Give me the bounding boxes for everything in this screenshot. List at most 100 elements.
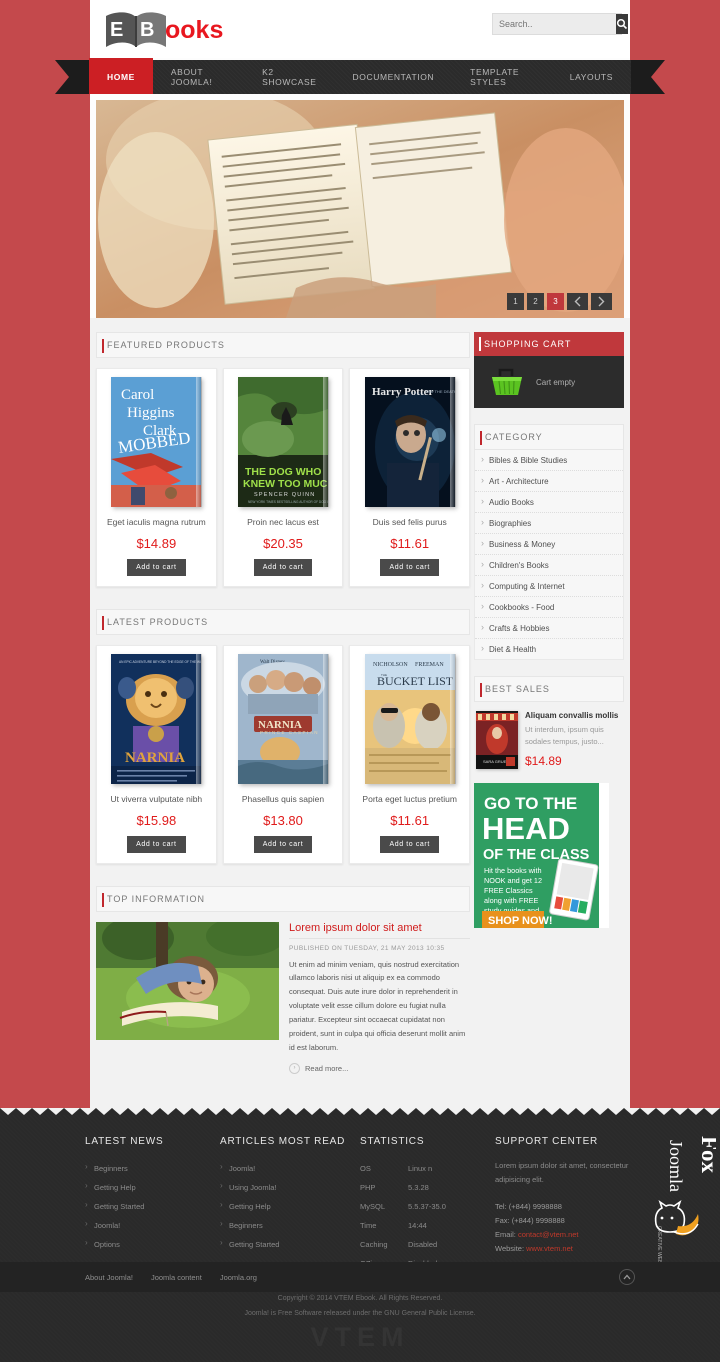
product-card[interactable]: Harry Potter AND THE DEATHLY bbox=[349, 368, 471, 587]
slider-next-button[interactable] bbox=[591, 293, 612, 310]
statistics-row: PHP 5.3.28 bbox=[360, 1178, 495, 1197]
chevron-up-icon bbox=[623, 1274, 631, 1280]
footer-statistics-title: Statistics bbox=[360, 1136, 425, 1147]
chevron-left-icon bbox=[574, 296, 581, 307]
footer-link[interactable]: Getting Help bbox=[85, 1178, 220, 1197]
category-item[interactable]: Computing & Internet bbox=[475, 576, 623, 597]
footer-support-center: Support Center Lorem ipsum dolor sit ame… bbox=[495, 1136, 645, 1273]
latest-products-row: AN EPIC ADVENTURE BEYOND THE EDGE OF THE… bbox=[96, 644, 471, 864]
footer-link[interactable]: Getting Help bbox=[220, 1197, 360, 1216]
statistics-table: OS Linux n PHP 5.3.28 MySQL 5.5.37-35.0 … bbox=[360, 1159, 495, 1273]
product-card[interactable]: NICHOLSON FREEMAN THE BUCKET LIST Porta … bbox=[349, 644, 471, 864]
footer-link[interactable]: Options bbox=[85, 1235, 220, 1254]
product-cover-narnia-dawn-treader: AN EPIC ADVENTURE BEYOND THE EDGE OF THE… bbox=[111, 653, 210, 784]
site-logo[interactable]: E B ooks bbox=[102, 6, 252, 52]
add-to-cart-button[interactable]: Add to cart bbox=[380, 835, 439, 853]
slider-dot-2[interactable]: 2 bbox=[527, 293, 544, 310]
read-more-link[interactable]: › Read more... bbox=[289, 1062, 470, 1074]
product-title: Phasellus quis sapien bbox=[241, 793, 325, 804]
add-to-cart-button[interactable]: Add to cart bbox=[127, 558, 186, 576]
category-item[interactable]: Audio Books bbox=[475, 492, 623, 513]
svg-text:along with FREE: along with FREE bbox=[484, 896, 538, 905]
search-button[interactable] bbox=[616, 14, 628, 34]
nav-item-home[interactable]: Home bbox=[89, 58, 153, 94]
support-contact: Tel: (+844) 9998888 Fax: (+844) 9998888 … bbox=[495, 1200, 645, 1256]
slider-prev-button[interactable] bbox=[567, 293, 588, 310]
category-item[interactable]: Business & Money bbox=[475, 534, 623, 555]
svg-text:E: E bbox=[110, 19, 123, 41]
shopping-cart-heading: Shopping Cart bbox=[474, 332, 624, 356]
footer-bottom-link[interactable]: About Joomla! bbox=[85, 1273, 133, 1282]
statistics-value: Disabled bbox=[408, 1240, 438, 1249]
footer-zigzag bbox=[0, 1108, 720, 1115]
product-card[interactable]: Carol Higgins Clark MOBBED Eget iaculis … bbox=[96, 368, 217, 587]
featured-products-row: Carol Higgins Clark MOBBED Eget iaculis … bbox=[96, 368, 471, 587]
add-to-cart-button[interactable]: Add to cart bbox=[253, 558, 313, 576]
nav-item-layouts[interactable]: Layouts bbox=[552, 60, 631, 94]
category-item[interactable]: Diet & Health bbox=[475, 639, 623, 659]
latest-products-module: Latest Products AN EPIC ADVENTURE BEYOND… bbox=[96, 608, 471, 864]
category-item[interactable]: Crafts & Hobbies bbox=[475, 618, 623, 639]
product-cover-harry-potter: Harry Potter AND THE DEATHLY bbox=[364, 377, 461, 507]
slider-dot-1[interactable]: 1 bbox=[507, 293, 524, 310]
footer-bottom-bar: About Joomla! Joomla content Joomla.org bbox=[0, 1262, 720, 1292]
svg-text:Hit the books with: Hit the books with bbox=[484, 866, 542, 875]
product-card[interactable]: THE DOG WHO KNEW TOO MUCH SPENCER QUINN … bbox=[222, 368, 344, 587]
scroll-to-top-button[interactable] bbox=[619, 1269, 635, 1285]
category-item[interactable]: Biographies bbox=[475, 513, 623, 534]
product-card[interactable]: AN EPIC ADVENTURE BEYOND THE EDGE OF THE… bbox=[96, 644, 217, 864]
footer-link[interactable]: Beginners bbox=[220, 1216, 360, 1235]
promo-banner[interactable]: GO TO THE HEAD OF THE CLASS Hit the book… bbox=[474, 783, 609, 928]
support-email-link[interactable]: contact@vtem.net bbox=[518, 1230, 579, 1239]
cart-status: Cart empty bbox=[536, 377, 576, 387]
main-navigation[interactable]: Home About Joomla! K2 Showcase Documenta… bbox=[55, 58, 665, 94]
add-to-cart-button[interactable]: Add to cart bbox=[380, 558, 439, 576]
support-email-label: Email: bbox=[495, 1229, 516, 1239]
category-item[interactable]: Art - Architecture bbox=[475, 471, 623, 492]
category-item[interactable]: Cookbooks - Food bbox=[475, 597, 623, 618]
nav-item-template-styles[interactable]: Template Styles bbox=[452, 60, 552, 94]
shopping-cart-body: Cart empty bbox=[474, 356, 624, 408]
best-sales-module: Best Sales SARA GRUEN bbox=[474, 676, 624, 769]
product-cover-mobbed: Carol Higgins Clark MOBBED bbox=[111, 377, 203, 507]
svg-text:NICHOLSON: NICHOLSON bbox=[373, 662, 408, 668]
footer-bottom-link[interactable]: Joomla content bbox=[151, 1273, 202, 1282]
support-website-link[interactable]: www.vtem.net bbox=[526, 1244, 573, 1253]
best-sales-item-price: $14.89 bbox=[525, 753, 562, 768]
product-cover-bucket-list: NICHOLSON FREEMAN THE BUCKET LIST bbox=[364, 653, 456, 784]
search-input[interactable] bbox=[493, 14, 616, 34]
nav-item-about-joomla[interactable]: About Joomla! bbox=[153, 60, 244, 94]
footer-link[interactable]: Using Joomla! bbox=[220, 1178, 360, 1197]
svg-text:Carol: Carol bbox=[121, 387, 154, 403]
product-cover-narnia-prince-caspian: Walt Disney NARNIA PRINCE CASPIAN bbox=[238, 653, 329, 784]
best-sales-item[interactable]: SARA GRUEN Aliquam convallis mollis Ut i… bbox=[474, 711, 624, 769]
footer-link[interactable]: Joomla! bbox=[85, 1216, 220, 1235]
footer-link[interactable]: Getting Started bbox=[220, 1235, 360, 1254]
statistics-key: MySQL bbox=[360, 1202, 386, 1211]
hero-slider[interactable]: 1 2 3 bbox=[96, 100, 624, 318]
statistics-key: Caching bbox=[360, 1240, 388, 1249]
nav-item-documentation[interactable]: Documentation bbox=[335, 60, 453, 94]
article-excerpt: Ut enim ad minim veniam, quis nostrud ex… bbox=[289, 959, 466, 1052]
category-item[interactable]: Children's Books bbox=[475, 555, 623, 576]
ribbon-left bbox=[55, 60, 91, 94]
category-item[interactable]: Bibles & Bible Studies bbox=[475, 450, 623, 471]
article-title[interactable]: Lorem ipsum dolor sit amet bbox=[289, 922, 470, 939]
product-cover-dog-who-knew: THE DOG WHO KNEW TOO MUCH SPENCER QUINN … bbox=[238, 377, 336, 507]
nav-items: Home About Joomla! K2 Showcase Documenta… bbox=[89, 58, 631, 94]
copyright-area: Copyright © 2014 VTEM Ebook. All Rights … bbox=[0, 1292, 720, 1321]
slider-dot-3[interactable]: 3 bbox=[547, 293, 564, 310]
search-box[interactable] bbox=[492, 13, 628, 35]
slider-pagination[interactable]: 1 2 3 bbox=[507, 293, 612, 310]
product-card[interactable]: Walt Disney NARNIA PRINCE CASPIAN Phasel… bbox=[222, 644, 344, 864]
nav-item-k2-showcase[interactable]: K2 Showcase bbox=[244, 60, 334, 94]
svg-text:FREE Classics: FREE Classics bbox=[484, 886, 533, 895]
statistics-row: OS Linux n bbox=[360, 1159, 495, 1178]
footer-bottom-link[interactable]: Joomla.org bbox=[220, 1273, 257, 1282]
add-to-cart-button[interactable]: Add to cart bbox=[127, 835, 186, 853]
statistics-value: 5.3.28 bbox=[408, 1183, 429, 1192]
footer-link[interactable]: Beginners bbox=[85, 1159, 220, 1178]
footer-link[interactable]: Getting Started bbox=[85, 1197, 220, 1216]
footer-link[interactable]: Joomla! bbox=[220, 1159, 360, 1178]
add-to-cart-button[interactable]: Add to cart bbox=[253, 835, 313, 853]
